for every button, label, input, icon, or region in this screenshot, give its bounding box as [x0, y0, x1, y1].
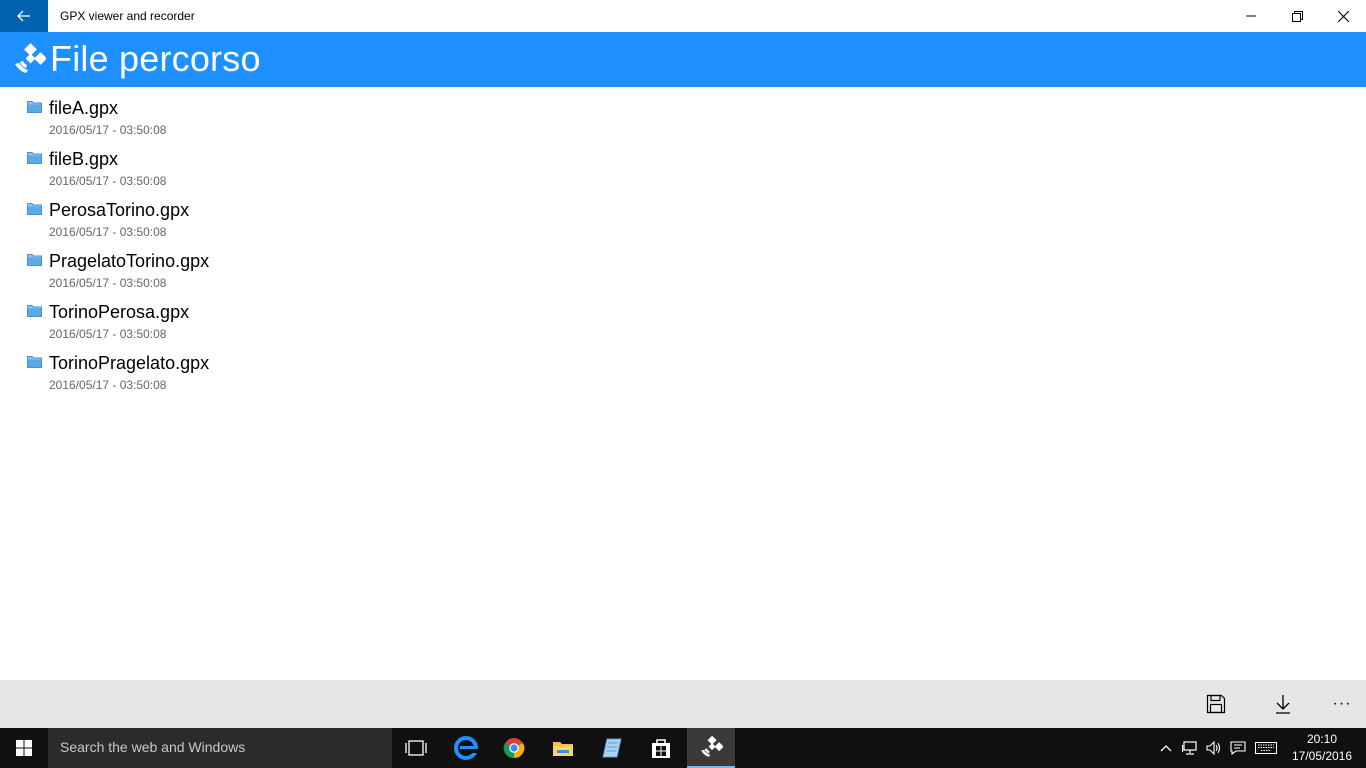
folder-icon	[27, 152, 42, 164]
keyboard-button[interactable]	[1254, 728, 1278, 768]
file-date: 2016/05/17 - 03:50:08	[49, 123, 167, 137]
taskbar-chrome[interactable]	[490, 728, 538, 768]
list-item[interactable]: TorinoPragelato.gpx 2016/05/17 - 03:50:0…	[0, 342, 260, 393]
file-name: fileA.gpx	[49, 98, 119, 118]
file-explorer-icon	[553, 742, 573, 756]
gpx-app-icon	[701, 735, 723, 757]
folder-icon	[27, 305, 42, 317]
file-list: fileA.gpx 2016/05/17 - 03:50:08 fileB.gp…	[0, 87, 1366, 393]
file-name: PerosaTorino.gpx	[49, 200, 190, 220]
chevron-up-icon	[1160, 745, 1172, 752]
restore-icon	[1291, 10, 1303, 22]
title-bar: GPX viewer and recorder	[0, 0, 1366, 32]
search-input[interactable]: Search the web and Windows	[48, 728, 392, 768]
minimize-button[interactable]	[1228, 0, 1274, 32]
task-view-button[interactable]	[392, 728, 440, 768]
file-date: 2016/05/17 - 03:50:08	[49, 225, 167, 239]
keyboard-icon	[1255, 742, 1277, 754]
notepad-icon	[602, 738, 622, 758]
save-icon	[1206, 694, 1226, 714]
folder-icon	[27, 254, 42, 266]
taskbar: Search the web and Windows 20:10 17/05/2…	[0, 728, 1366, 768]
start-button[interactable]	[0, 728, 48, 768]
page-header: File percorso	[0, 32, 1366, 87]
list-item[interactable]: PerosaTorino.gpx 2016/05/17 - 03:50:08	[0, 189, 260, 240]
file-name: TorinoPerosa.gpx	[49, 302, 190, 322]
clock-time: 20:10	[1306, 732, 1338, 746]
action-center-icon	[1230, 741, 1246, 755]
back-arrow-icon	[17, 10, 30, 22]
more-button[interactable]: ···	[1322, 688, 1362, 720]
volume-button[interactable]	[1202, 728, 1226, 768]
back-button[interactable]	[0, 0, 48, 32]
list-item[interactable]: PragelatoTorino.gpx 2016/05/17 - 03:50:0…	[0, 240, 260, 291]
minimize-icon	[1246, 15, 1256, 17]
command-bar: ···	[0, 680, 1366, 728]
folder-icon	[27, 101, 42, 113]
taskbar-edge[interactable]	[442, 728, 490, 768]
folder-icon	[27, 356, 42, 368]
edge-icon	[454, 736, 478, 760]
list-item[interactable]: fileB.gpx 2016/05/17 - 03:50:08	[0, 138, 260, 189]
file-date: 2016/05/17 - 03:50:08	[49, 174, 167, 188]
save-button[interactable]	[1196, 688, 1236, 720]
download-icon	[1276, 695, 1290, 714]
file-name: fileB.gpx	[49, 149, 119, 169]
list-item[interactable]: TorinoPerosa.gpx 2016/05/17 - 03:50:08	[0, 291, 260, 342]
folder-icon	[27, 203, 42, 215]
file-name: PragelatoTorino.gpx	[49, 251, 210, 271]
volume-icon	[1206, 741, 1221, 755]
task-view-icon	[405, 740, 427, 756]
file-name: TorinoPragelato.gpx	[49, 353, 210, 373]
page-title: File percorso	[50, 38, 261, 79]
taskbar-store[interactable]	[637, 728, 685, 768]
satellite-icon	[15, 43, 46, 73]
system-clock[interactable]: 20:10 17/05/2016	[1286, 731, 1358, 765]
clock-date: 17/05/2016	[1291, 749, 1353, 763]
store-icon	[652, 739, 670, 758]
taskbar-file-explorer[interactable]	[539, 728, 587, 768]
network-button[interactable]	[1178, 728, 1202, 768]
app-title: GPX viewer and recorder	[60, 9, 195, 23]
restore-button[interactable]	[1274, 0, 1320, 32]
tray-overflow-button[interactable]	[1154, 728, 1178, 768]
taskbar-notepad[interactable]	[588, 728, 636, 768]
network-icon	[1182, 741, 1197, 755]
file-date: 2016/05/17 - 03:50:08	[49, 378, 167, 392]
close-icon	[1337, 10, 1349, 22]
chrome-icon	[503, 738, 525, 759]
file-date: 2016/05/17 - 03:50:08	[49, 276, 167, 290]
taskbar-gpx-app[interactable]	[687, 728, 735, 768]
action-center-button[interactable]	[1226, 728, 1250, 768]
close-button[interactable]	[1320, 0, 1366, 32]
file-date: 2016/05/17 - 03:50:08	[49, 327, 167, 341]
list-item[interactable]: fileA.gpx 2016/05/17 - 03:50:08	[0, 87, 260, 138]
windows-logo-icon	[16, 740, 32, 756]
download-button[interactable]	[1263, 688, 1303, 720]
search-placeholder: Search the web and Windows	[60, 739, 246, 755]
